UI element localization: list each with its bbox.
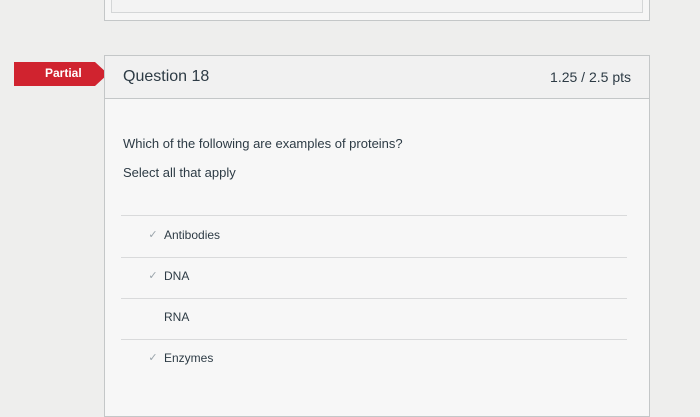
answer-option-dna[interactable]: ✓ DNA — [121, 257, 627, 299]
answer-label: Antibodies — [164, 228, 221, 242]
question-header: Question 18 1.25 / 2.5 pts — [105, 56, 649, 99]
question-text: Which of the following are examples of p… — [123, 136, 403, 151]
answer-label: DNA — [164, 269, 190, 283]
answer-label: RNA — [164, 310, 190, 324]
question-instruction: Select all that apply — [123, 165, 236, 180]
partial-label: Partial — [45, 66, 82, 80]
partial-status-flag: Partial — [14, 62, 108, 86]
checkmark-icon: ✓ — [148, 270, 158, 282]
question-title: Question 18 — [123, 68, 210, 85]
question-points: 1.25 / 2.5 pts — [550, 69, 631, 85]
answer-option-enzymes[interactable]: ✓ Enzymes — [121, 339, 627, 380]
previous-question-card — [104, 0, 650, 21]
answer-option-rna[interactable]: RNA — [121, 298, 627, 340]
question-card: Question 18 1.25 / 2.5 pts Which of the … — [104, 55, 650, 417]
previous-question-inner — [111, 0, 643, 13]
answer-label: Enzymes — [164, 351, 214, 365]
checkmark-icon: ✓ — [148, 229, 158, 241]
checkmark-icon: ✓ — [148, 352, 158, 364]
answer-option-antibodies[interactable]: ✓ Antibodies — [121, 216, 627, 258]
checkmark-icon — [145, 309, 161, 325]
